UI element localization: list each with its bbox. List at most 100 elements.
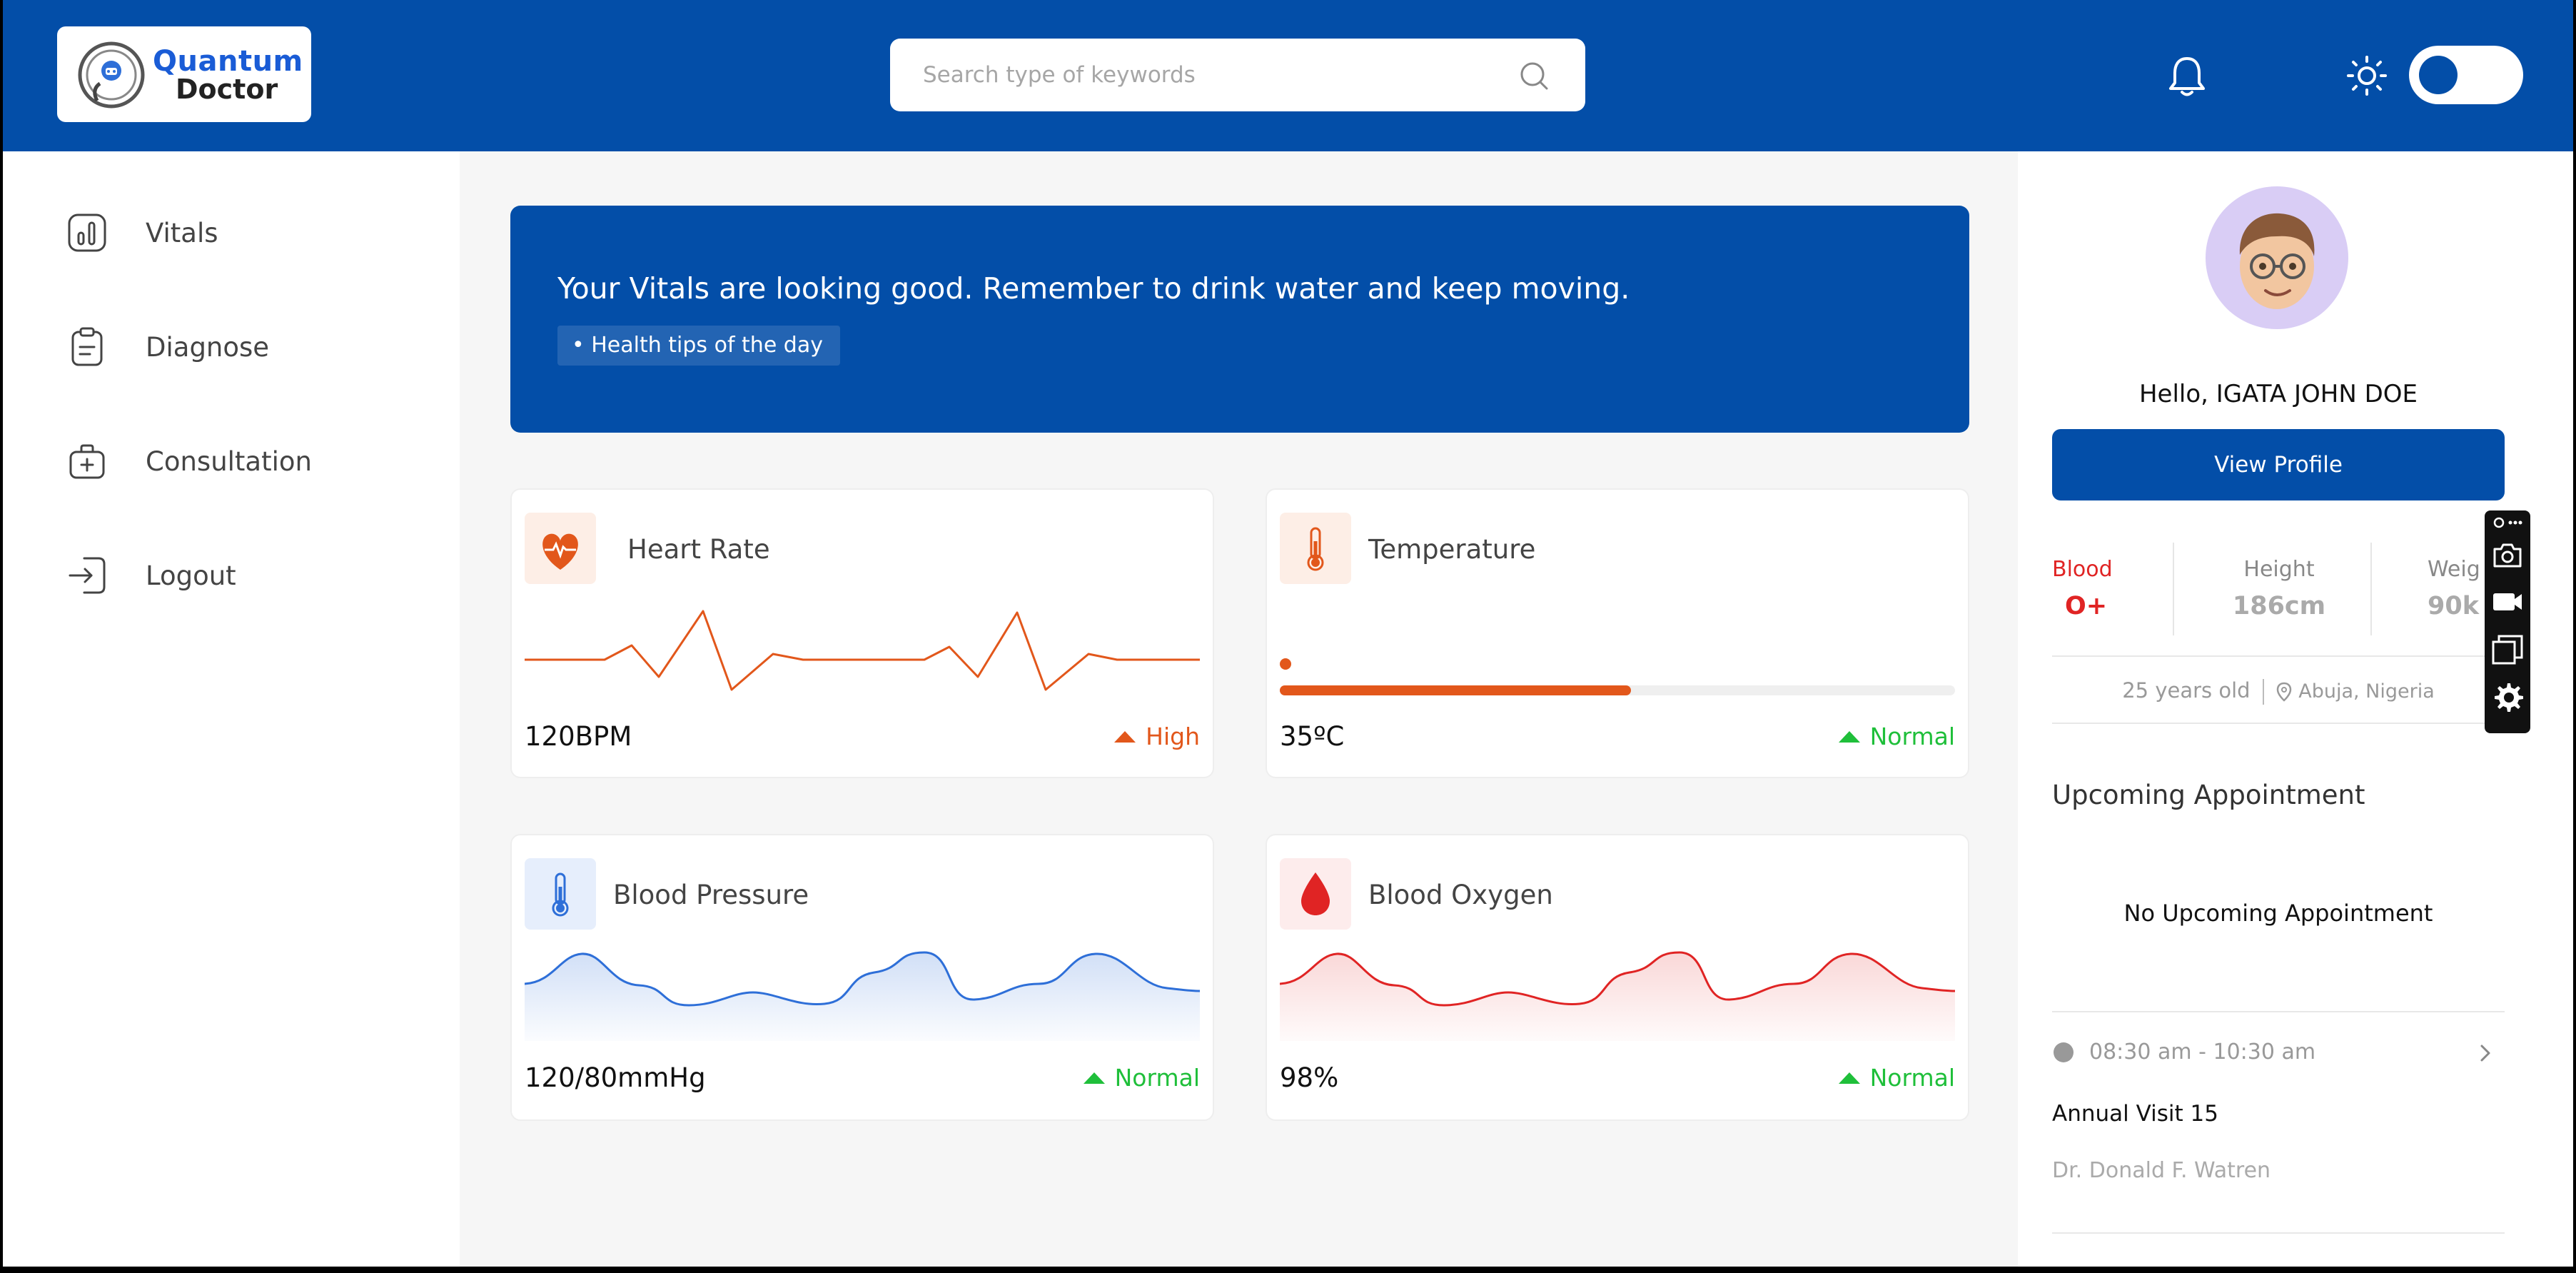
stat-divider xyxy=(2173,543,2174,635)
temperature-status: Normal xyxy=(1838,723,1955,750)
theme-toggle[interactable] xyxy=(2409,46,2523,104)
progress-marker xyxy=(1280,658,1291,670)
card-title: Blood Pressure xyxy=(613,880,809,910)
trend-up-icon xyxy=(1838,1072,1860,1084)
blood-oxygen-icon-box xyxy=(1280,858,1351,930)
video-camera-icon[interactable] xyxy=(2492,586,2523,618)
blood-oxygen-card[interactable]: Blood Oxygen 98% Normal xyxy=(1266,834,1969,1121)
search-input[interactable] xyxy=(923,57,1494,93)
search-icon[interactable] xyxy=(1517,59,1551,93)
stat-value: 186cm xyxy=(2232,592,2326,620)
status-label: Normal xyxy=(1869,1064,1955,1092)
stat-value: O+ xyxy=(2065,592,2108,620)
stat-divider xyxy=(2370,543,2372,635)
blood-pressure-status: Normal xyxy=(1083,1064,1200,1092)
sidebar-item-consultation[interactable]: Consultation xyxy=(66,436,423,486)
logo-text-secondary: Doctor xyxy=(176,74,278,105)
sidebar-item-logout[interactable]: Logout xyxy=(66,550,423,600)
heart-rate-value: 120BPM xyxy=(525,721,632,752)
thermometer-icon xyxy=(1307,527,1324,571)
card-title: Temperature xyxy=(1368,534,1536,565)
status-label: Normal xyxy=(1869,723,1955,750)
sidebar-item-label: Logout xyxy=(146,560,236,591)
avatar[interactable] xyxy=(2206,186,2348,329)
location-pin-icon xyxy=(2276,682,2292,702)
status-label: High xyxy=(1146,723,1200,750)
appointment-name: Annual Visit 15 xyxy=(2052,1101,2218,1127)
greeting: Hello, IGATA JOHN DOE xyxy=(2138,380,2418,408)
sun-icon[interactable] xyxy=(2347,56,2387,96)
heart-rate-card[interactable]: Heart Rate 120BPM High xyxy=(510,488,1214,778)
window-capture-icon[interactable] xyxy=(2492,633,2523,665)
search-bar[interactable] xyxy=(890,39,1585,111)
status-dot xyxy=(2054,1042,2074,1062)
temperature-value: 35ºC xyxy=(1280,721,1345,752)
stat-label: Blood xyxy=(2052,557,2113,582)
stethoscope-logo-icon xyxy=(78,41,145,109)
appointment-doctor: Dr. Donald F. Watren xyxy=(2052,1158,2271,1183)
sidebar-item-label: Diagnose xyxy=(146,331,270,363)
card-title: Blood Oxygen xyxy=(1368,880,1553,910)
blood-pressure-value: 120/80mmHg xyxy=(525,1062,706,1093)
clipboard-icon xyxy=(71,327,103,366)
user-avatar-icon xyxy=(2239,213,2315,309)
temperature-icon-box xyxy=(1280,513,1351,584)
divider xyxy=(2052,723,2505,724)
blood-drop-icon xyxy=(1301,872,1330,915)
appointment-time: 08:30 am - 10:30 am xyxy=(2089,1040,2316,1065)
divider xyxy=(2052,1011,2505,1012)
meta-separator xyxy=(2262,679,2264,705)
divider xyxy=(2052,655,2505,657)
banner-message: Your Vitals are looking good. Remember t… xyxy=(557,271,1630,306)
sidebar-item-diagnose[interactable]: Diagnose xyxy=(66,322,423,372)
health-tips-tag[interactable]: • Health tips of the day xyxy=(557,326,840,366)
camera-icon[interactable] xyxy=(2492,539,2523,570)
blood-pressure-card[interactable]: Blood Pressure 120/80mmHg Normal xyxy=(510,834,1214,1121)
divider xyxy=(2052,1232,2505,1234)
stat-label: Height xyxy=(2243,557,2315,582)
status-label: Normal xyxy=(1114,1064,1200,1092)
bell-icon[interactable] xyxy=(2166,53,2208,99)
logout-icon xyxy=(69,557,106,594)
temperature-progress-track xyxy=(1280,685,1955,695)
blood-oxygen-status: Normal xyxy=(1838,1064,1955,1092)
location-text: Abuja, Nigeria xyxy=(2298,680,2435,703)
profile-meta: 25 years old Abuja, Nigeria xyxy=(2052,678,2505,705)
logo[interactable]: Quantum Doctor xyxy=(57,26,311,122)
age-text: 25 years old xyxy=(2122,678,2251,703)
heart-rate-chart xyxy=(525,610,1200,691)
temperature-progress-fill xyxy=(1280,685,1631,695)
sidebar-item-label: Consultation xyxy=(146,446,312,477)
heart-rate-icon-box xyxy=(525,513,596,584)
top-bar: Quantum Doctor xyxy=(3,0,2573,151)
settings-gear-icon[interactable] xyxy=(2492,682,2523,713)
toggle-knob xyxy=(2419,56,2458,94)
trend-up-icon xyxy=(1114,730,1136,743)
blood-oxygen-chart xyxy=(1280,951,1955,1041)
heart-rate-status: High xyxy=(1114,723,1200,750)
heart-icon xyxy=(542,533,578,570)
health-banner: Your Vitals are looking good. Remember t… xyxy=(510,206,1969,433)
thermometer-icon xyxy=(552,872,569,917)
blood-oxygen-value: 98% xyxy=(1280,1062,1339,1093)
upcoming-appointment-title: Upcoming Appointment xyxy=(2052,780,2365,810)
trend-up-icon xyxy=(1838,730,1860,743)
sidebar-item-label: Vitals xyxy=(146,217,218,248)
chevron-right-icon[interactable] xyxy=(2475,1042,2496,1064)
card-title: Heart Rate xyxy=(627,534,770,565)
chart-icon xyxy=(68,213,106,252)
more-options-icon[interactable] xyxy=(2492,513,2523,532)
temperature-card[interactable]: Temperature 35ºC Normal xyxy=(1266,488,1969,778)
no-appointment-message: No Upcoming Appointment xyxy=(2123,900,2433,927)
stat-blood: Blood O+ xyxy=(2052,557,2113,620)
app-window: Quantum Doctor Search type of keywords V… xyxy=(3,0,2573,1267)
sidebar: Vitals Diagnose Consultation Logout xyxy=(3,151,460,1267)
blood-pressure-icon-box xyxy=(525,858,596,930)
blood-pressure-chart xyxy=(525,951,1200,1041)
sidebar-item-vitals[interactable]: Vitals xyxy=(66,208,423,258)
capture-toolbar xyxy=(2485,510,2530,733)
stat-height: Height 186cm xyxy=(2193,557,2365,620)
medical-kit-icon xyxy=(69,444,105,479)
trend-up-icon xyxy=(1083,1072,1105,1084)
view-profile-button[interactable]: View Profile xyxy=(2052,429,2505,500)
